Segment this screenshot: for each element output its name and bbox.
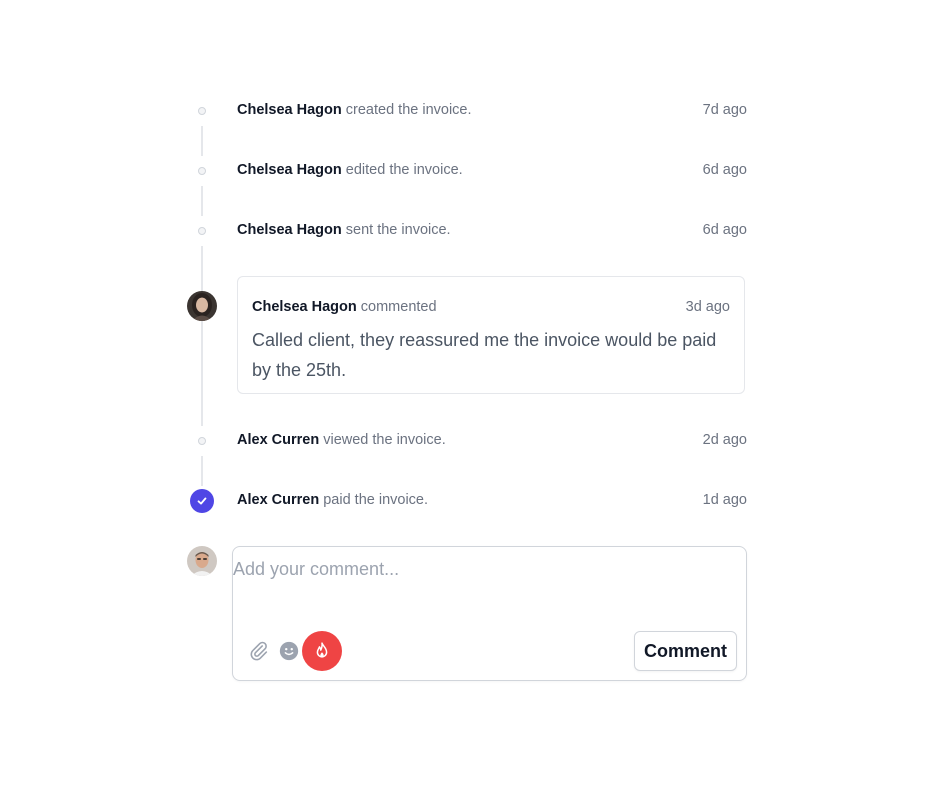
activity-item: Chelsea Hagon sent the invoice. 6d ago — [187, 219, 747, 243]
timeline-connector — [201, 126, 203, 156]
activity-actor: Chelsea Hagon — [237, 102, 342, 118]
comment-author: Chelsea Hagon — [252, 299, 357, 315]
activity-time: 7d ago — [702, 102, 747, 118]
timeline-connector — [201, 186, 203, 216]
activity-time: 2d ago — [702, 432, 747, 448]
activity-action: paid the invoice. — [323, 492, 429, 508]
paperclip-icon[interactable] — [248, 640, 270, 662]
activity-action: created the invoice. — [345, 102, 472, 118]
activity-item: Alex Curren viewed the invoice. 2d ago — [187, 429, 747, 453]
timeline-dot-icon — [198, 167, 206, 175]
avatar — [187, 291, 217, 321]
timeline-connector — [201, 456, 203, 486]
smiley-icon[interactable] — [278, 640, 300, 662]
fire-icon — [316, 642, 328, 658]
timeline-dot-icon — [198, 437, 206, 445]
comment-body: Called client, they reassured me the inv… — [252, 330, 717, 380]
activity-time: 6d ago — [702, 222, 747, 238]
activity-time: 6d ago — [702, 162, 747, 178]
activity-action: viewed the invoice. — [323, 432, 446, 448]
check-circle-icon — [190, 489, 214, 513]
activity-actor: Chelsea Hagon — [237, 162, 342, 178]
activity-item: Alex Curren paid the invoice. 1d ago — [187, 489, 747, 513]
comment-composer: Comment — [232, 546, 747, 681]
timeline-dot-icon — [198, 107, 206, 115]
activity-action: edited the invoice. — [345, 162, 463, 178]
activity-item: Chelsea Hagon created the invoice. 7d ag… — [187, 99, 747, 123]
timeline-connector — [201, 246, 203, 426]
activity-feed: Chelsea Hagon created the invoice. 7d ag… — [187, 0, 747, 797]
comment-time: 3d ago — [685, 299, 730, 315]
activity-actor: Alex Curren — [237, 492, 320, 508]
comment-card: Chelsea Hagon commented 3d ago Called cl… — [237, 276, 745, 394]
activity-item: Chelsea Hagon edited the invoice. 6d ago — [187, 159, 747, 183]
mood-fire-button[interactable] — [302, 631, 342, 671]
activity-action: sent the invoice. — [345, 222, 451, 238]
comment-verb: commented — [360, 299, 437, 315]
activity-actor: Alex Curren — [237, 432, 320, 448]
current-user-avatar — [187, 546, 217, 576]
activity-actor: Chelsea Hagon — [237, 222, 342, 238]
comment-submit-button[interactable]: Comment — [634, 631, 737, 671]
timeline-dot-icon — [198, 227, 206, 235]
comment-input[interactable] — [233, 559, 713, 619]
activity-time: 1d ago — [702, 492, 747, 508]
